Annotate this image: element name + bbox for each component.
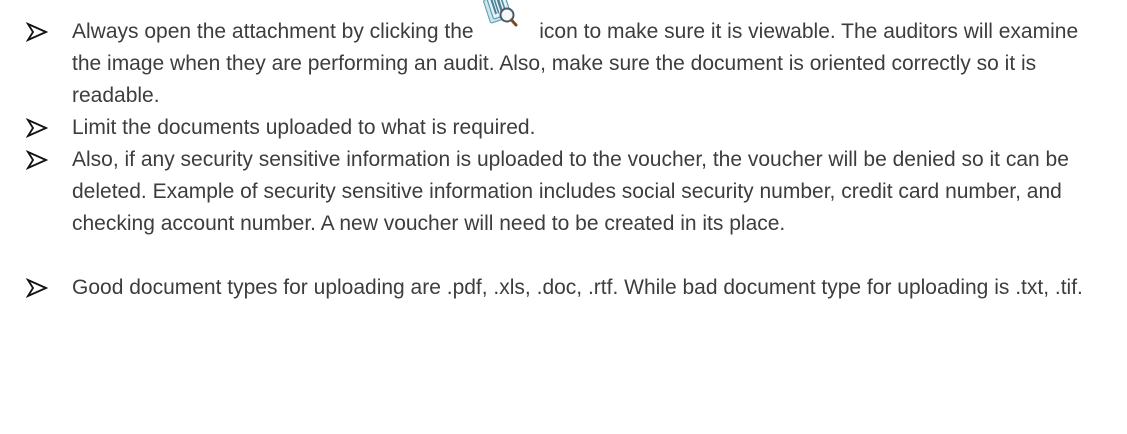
bullet-text: Good document types for uploading are .p…: [72, 276, 1083, 299]
arrowhead-bullet-icon: [22, 144, 52, 176]
view-attachment-icon[interactable]: [483, 0, 527, 48]
bullet-text-part-1: Always open the attachment by clicking t…: [72, 20, 474, 43]
bullet-item-3: Also, if any security sensitive informat…: [0, 144, 1127, 240]
bullet-item-1: Always open the attachment by clicking t…: [0, 0, 1127, 112]
bullet-text: Limit the documents uploaded to what is …: [72, 116, 536, 139]
arrowhead-bullet-icon: [22, 272, 52, 304]
arrowhead-bullet-icon: [22, 112, 52, 144]
bullet-item-2: Limit the documents uploaded to what is …: [0, 112, 1127, 144]
bullet-item-4: Good document types for uploading are .p…: [0, 272, 1127, 304]
arrowhead-bullet-icon: [22, 16, 52, 48]
bullet-text: Also, if any security sensitive informat…: [72, 148, 1069, 235]
document-page: Always open the attachment by clicking t…: [0, 0, 1127, 434]
bullet-text-part-2: icon to make sure it is viewable. The: [539, 20, 878, 43]
